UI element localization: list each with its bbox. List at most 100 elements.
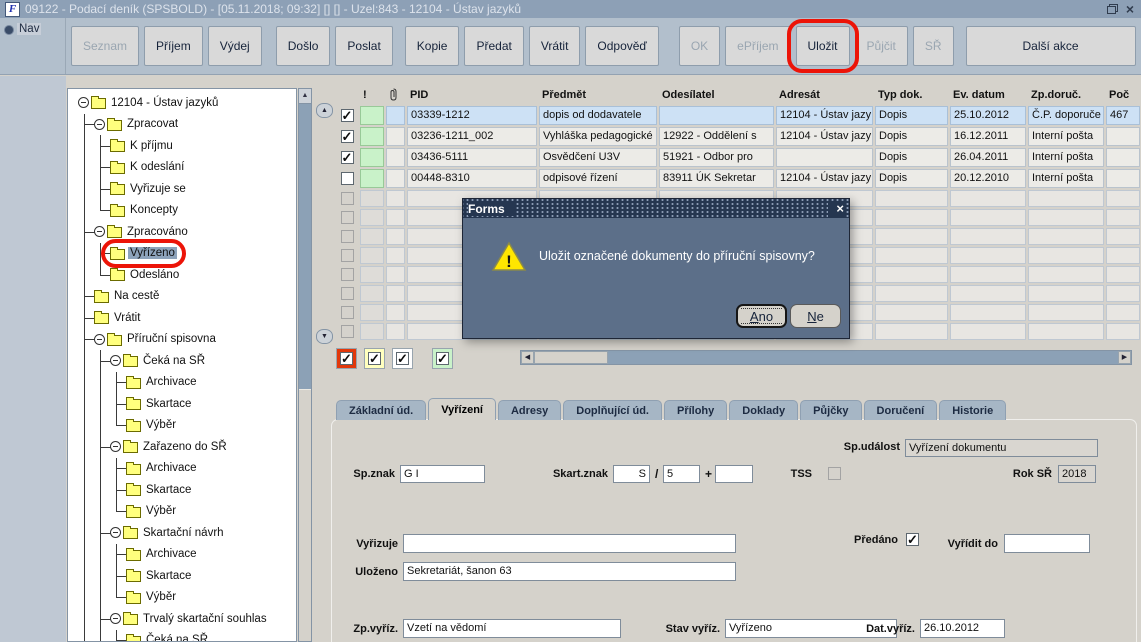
- cell-poc[interactable]: [1106, 127, 1140, 146]
- cell-typ[interactable]: Dopis: [875, 127, 948, 146]
- tree-item[interactable]: Skartace: [68, 479, 296, 501]
- close-window-icon[interactable]: [1126, 3, 1134, 15]
- cell-flag[interactable]: [360, 148, 384, 167]
- tab-prilohy[interactable]: Přílohy: [663, 400, 728, 420]
- toolbar-button-kopie[interactable]: Kopie: [404, 26, 460, 66]
- cell-typ[interactable]: Dopis: [875, 106, 948, 125]
- toolbar-button-vydej[interactable]: Výdej: [207, 26, 262, 66]
- tree-item[interactable]: Vyřízeno: [68, 242, 296, 265]
- selection-mark-white[interactable]: [392, 348, 413, 369]
- nav-zone[interactable]: Nav: [0, 18, 66, 74]
- tree-expander-icon[interactable]: [94, 118, 105, 130]
- tree-expander-icon[interactable]: [110, 441, 121, 453]
- ulozeno-field[interactable]: Sekretariát, šanon 63: [403, 562, 736, 581]
- tree-item[interactable]: Skartační návrh: [68, 522, 296, 544]
- cell-zp_doruc[interactable]: Interní pošta: [1028, 148, 1104, 167]
- cell-predmet[interactable]: Osvědčení U3V: [539, 148, 657, 167]
- toolbar-button-vratit[interactable]: Vrátit: [528, 26, 581, 66]
- table-row[interactable]: 00448-8310 odpisové řízení 83911 ÚK Sekret…: [336, 169, 1141, 188]
- tree-item[interactable]: K příjmu: [68, 135, 296, 157]
- tree-item[interactable]: Vrátit: [68, 307, 296, 329]
- cell-ev_datum[interactable]: 25.10.2012: [950, 106, 1026, 125]
- table-row[interactable]: 03236-1211_002Vyhláška pedagogické12922 …: [336, 127, 1141, 146]
- cell-zp_doruc[interactable]: Č.P. doporuče: [1028, 106, 1104, 125]
- tree-expander-icon[interactable]: [110, 527, 121, 539]
- dialog-button-ano[interactable]: Ano: [736, 304, 787, 328]
- tree-item[interactable]: K odeslání: [68, 156, 296, 179]
- predano-checkbox[interactable]: [906, 532, 919, 548]
- cell-clip[interactable]: [386, 148, 405, 167]
- cell-flag[interactable]: [360, 127, 384, 146]
- tree-scroll-up-icon[interactable]: [299, 89, 311, 104]
- cell-odesilatel[interactable]: 12922 - Oddělení s: [659, 127, 774, 146]
- tree-item[interactable]: Výběr: [68, 500, 296, 523]
- record-scroll-up-icon[interactable]: [316, 103, 333, 118]
- record-scroll-down-icon[interactable]: [316, 329, 333, 344]
- cell-predmet[interactable]: odpisové řízení: [539, 169, 657, 188]
- table-row[interactable]: 03339-1212dopis od dodavatele 12104 - Úst…: [336, 106, 1141, 125]
- cell-pid[interactable]: 00448-8310: [407, 169, 537, 188]
- tab-doruceni[interactable]: Doručení: [863, 400, 938, 420]
- row-checkbox[interactable]: [340, 108, 354, 124]
- row-select-cell[interactable]: [336, 148, 358, 167]
- table-row[interactable]: 03436-5111Osvědčení U3V51921 - Odbor pro…: [336, 148, 1141, 167]
- cell-ev_datum[interactable]: 20.12.2010: [950, 169, 1026, 188]
- toolbar-button-poslat[interactable]: Poslat: [335, 26, 393, 66]
- horizontal-scrollbar-thumb[interactable]: [534, 351, 608, 364]
- restore-window-icon[interactable]: [1106, 4, 1118, 14]
- scroll-right-icon[interactable]: [1118, 351, 1131, 364]
- tree-item[interactable]: Výběr: [68, 414, 296, 437]
- toolbar-button-dalsi-akce[interactable]: Další akce: [965, 26, 1136, 66]
- tab-pujcky[interactable]: Půjčky: [800, 400, 862, 420]
- tree-item[interactable]: Čeká na SŘ: [68, 350, 296, 372]
- cell-poc[interactable]: [1106, 148, 1140, 167]
- cell-poc[interactable]: [1106, 169, 1140, 188]
- tab-historie[interactable]: Historie: [939, 400, 1007, 420]
- tree-item[interactable]: 12104 - Ústav jazyků: [68, 92, 296, 114]
- tab-doplnujici-ud[interactable]: Doplňující úd.: [563, 400, 662, 420]
- cell-adresat[interactable]: 12104 - Ústav jazy: [776, 106, 873, 125]
- cell-pid[interactable]: 03339-1212: [407, 106, 537, 125]
- toolbar-button-ulozit[interactable]: Uložit: [795, 26, 850, 66]
- toolbar-button-prijem[interactable]: Příjem: [144, 26, 203, 66]
- cell-flag[interactable]: [360, 169, 384, 188]
- selection-mark-yellow[interactable]: [364, 348, 385, 369]
- toolbar-button-predat[interactable]: Předat: [464, 26, 524, 66]
- cell-clip[interactable]: [386, 169, 405, 188]
- skart-znak-field-1[interactable]: S: [613, 465, 650, 483]
- tree-item[interactable]: Archivace: [68, 457, 296, 480]
- tree-item[interactable]: Příruční spisovna: [68, 328, 296, 351]
- sp-znak-field[interactable]: G I: [400, 465, 485, 483]
- scroll-left-icon[interactable]: [521, 351, 534, 364]
- selection-mark-current-record[interactable]: [336, 348, 357, 369]
- skart-znak-field-2[interactable]: 5: [663, 465, 700, 483]
- vyridit-do-field[interactable]: [1004, 534, 1090, 553]
- row-select-cell[interactable]: [336, 127, 358, 146]
- toolbar-button-doslo[interactable]: Došlo: [275, 26, 331, 66]
- tree-item[interactable]: Skartace: [68, 393, 296, 415]
- tab-doklady[interactable]: Doklady: [729, 400, 799, 420]
- cell-odesilatel[interactable]: 83911 ÚK Sekretar: [659, 169, 774, 188]
- tab-vyrizeni[interactable]: Vyřízení: [428, 398, 496, 420]
- cell-zp_doruc[interactable]: Interní pošta: [1028, 169, 1104, 188]
- cell-ev_datum[interactable]: 16.12.2011: [950, 127, 1026, 146]
- tree-item[interactable]: Odesláno: [68, 264, 296, 286]
- vyrizuje-field[interactable]: [403, 534, 736, 553]
- tree-item[interactable]: Zpracovat: [68, 113, 296, 136]
- tab-adresy[interactable]: Adresy: [497, 400, 562, 420]
- row-checkbox[interactable]: [340, 172, 354, 185]
- tree-item[interactable]: Koncepty: [68, 199, 296, 222]
- tree-item[interactable]: Výběr: [68, 586, 296, 609]
- row-select-cell[interactable]: [336, 169, 358, 188]
- tree-expander-icon[interactable]: [78, 97, 89, 109]
- cell-clip[interactable]: [386, 106, 405, 125]
- dat-vyriz-field[interactable]: 26.10.2012: [920, 619, 1005, 638]
- row-select-cell[interactable]: [336, 106, 358, 125]
- tree-expander-icon[interactable]: [110, 613, 121, 625]
- dialog-button-ne[interactable]: Ne: [790, 304, 841, 328]
- selection-mark-green[interactable]: [432, 348, 453, 369]
- tree-item[interactable]: Trvalý skartační souhlas: [68, 608, 296, 630]
- zp-vyriz-field[interactable]: Vzetí na vědomí: [403, 619, 621, 638]
- row-checkbox[interactable]: [340, 150, 354, 166]
- toolbar-button-odpoved[interactable]: Odpověď: [585, 26, 659, 66]
